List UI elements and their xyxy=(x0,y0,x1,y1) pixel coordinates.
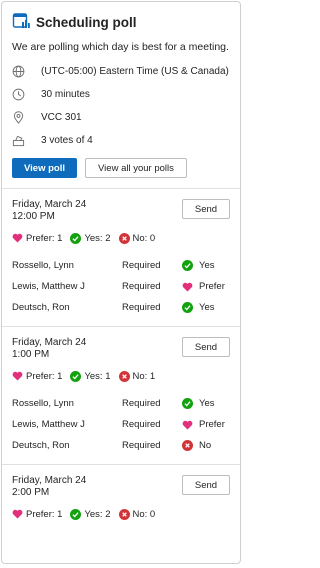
slot-date: Friday, March 24 xyxy=(12,199,87,210)
response-row: Rossello, Lynn Required Yes xyxy=(12,393,230,414)
heart-icon xyxy=(12,371,23,381)
checkmark-circle-icon xyxy=(70,508,82,520)
response-row: Deutsch, Ron Required No xyxy=(12,435,230,456)
ballot-icon xyxy=(12,135,25,147)
prefer-count: Prefer: 1 xyxy=(12,371,62,382)
location-text: VCC 301 xyxy=(41,112,82,123)
time-slot: Friday, March 24 1:00 PM Send Prefer: 1 … xyxy=(2,326,240,464)
slot-header: Friday, March 24 1:00 PM Send xyxy=(12,337,230,361)
location-row: VCC 301 xyxy=(12,106,230,129)
duration-row: 30 minutes xyxy=(12,83,230,106)
checkmark-circle-icon xyxy=(182,302,193,313)
timezone-row: (UTC-05:00) Eastern Time (US & Canada) xyxy=(12,60,230,83)
checkmark-circle-icon xyxy=(182,398,193,409)
time-slot: Friday, March 24 12:00 PM Send Prefer: 1… xyxy=(2,188,240,326)
slot-time: 12:00 PM xyxy=(12,211,55,222)
card-header: Scheduling poll xyxy=(2,2,240,33)
globe-icon xyxy=(12,65,25,78)
yes-count: Yes: 2 xyxy=(70,508,111,520)
attendee-name: Lewis, Matthew J xyxy=(12,419,85,430)
dismiss-circle-icon xyxy=(118,508,130,520)
view-poll-button[interactable]: View poll xyxy=(12,158,78,178)
no-count: No: 0 xyxy=(118,508,155,520)
heart-icon xyxy=(182,420,193,430)
attendee-role: Required xyxy=(122,419,161,430)
attendee-role: Required xyxy=(122,302,161,313)
yes-count: Yes: 2 xyxy=(70,232,111,244)
vote-summary: Prefer: 1 Yes: 2 No: 0 xyxy=(12,231,230,245)
slot-time: 2:00 PM xyxy=(12,487,50,498)
response-status: No xyxy=(182,440,211,451)
response-list: Rossello, Lynn Required Yes Lewis, Matth… xyxy=(12,255,230,318)
clock-icon xyxy=(12,88,25,101)
attendee-name: Deutsch, Ron xyxy=(12,302,70,313)
attendee-role: Required xyxy=(122,440,161,451)
attendee-name: Lewis, Matthew J xyxy=(12,281,85,292)
card-title: Scheduling poll xyxy=(36,15,137,30)
prefer-count: Prefer: 1 xyxy=(12,233,62,244)
response-row: Lewis, Matthew J Required Prefer xyxy=(12,414,230,435)
poll-info: (UTC-05:00) Eastern Time (US & Canada) 3… xyxy=(2,54,240,152)
heart-icon xyxy=(12,233,23,243)
dismiss-circle-icon xyxy=(182,440,193,451)
no-count: No: 0 xyxy=(118,232,155,244)
slot-datetime: Friday, March 24 2:00 PM xyxy=(12,475,86,499)
slot-datetime: Friday, March 24 1:00 PM xyxy=(12,337,86,361)
poll-chart-icon xyxy=(12,12,30,33)
response-status: Prefer xyxy=(182,281,225,292)
response-row: Lewis, Matthew J Required Prefer xyxy=(12,276,230,297)
attendee-name: Rossello, Lynn xyxy=(12,260,74,271)
checkmark-circle-icon xyxy=(182,260,193,271)
location-icon xyxy=(13,111,24,124)
dismiss-circle-icon xyxy=(118,232,130,244)
timezone-text: (UTC-05:00) Eastern Time (US & Canada) xyxy=(41,66,229,77)
slot-date: Friday, March 24 xyxy=(12,475,87,486)
checkmark-circle-icon xyxy=(70,232,82,244)
response-row: Deutsch, Ron Required Yes xyxy=(12,297,230,318)
slot-header: Friday, March 24 12:00 PM Send xyxy=(12,199,230,223)
time-slot: Friday, March 24 2:00 PM Send Prefer: 1 … xyxy=(2,464,240,529)
send-button[interactable]: Send xyxy=(182,337,230,357)
send-button[interactable]: Send xyxy=(182,199,230,219)
poll-description: We are polling which day is best for a m… xyxy=(12,41,229,53)
vote-summary: Prefer: 1 Yes: 2 No: 0 xyxy=(12,507,230,521)
heart-icon xyxy=(182,282,193,292)
duration-text: 30 minutes xyxy=(41,89,90,100)
slot-date: Friday, March 24 xyxy=(12,337,87,348)
dismiss-circle-icon xyxy=(118,370,130,382)
response-row: Rossello, Lynn Required Yes xyxy=(12,255,230,276)
no-count: No: 1 xyxy=(118,370,155,382)
send-button[interactable]: Send xyxy=(182,475,230,495)
response-status: Yes xyxy=(182,302,215,313)
votes-row: 3 votes of 4 xyxy=(12,129,230,152)
scheduling-poll-card: Scheduling poll We are polling which day… xyxy=(1,1,241,564)
slot-header: Friday, March 24 2:00 PM Send xyxy=(12,475,230,499)
response-list: Rossello, Lynn Required Yes Lewis, Matth… xyxy=(12,393,230,456)
attendee-role: Required xyxy=(122,260,161,271)
yes-count: Yes: 1 xyxy=(70,370,111,382)
prefer-count: Prefer: 1 xyxy=(12,509,62,520)
response-status: Prefer xyxy=(182,419,225,430)
heart-icon xyxy=(12,509,23,519)
attendee-name: Deutsch, Ron xyxy=(12,440,70,451)
attendee-name: Rossello, Lynn xyxy=(12,398,74,409)
votes-text: 3 votes of 4 xyxy=(41,135,93,146)
card-actions: View poll View all your polls xyxy=(2,152,240,188)
checkmark-circle-icon xyxy=(70,370,82,382)
slot-datetime: Friday, March 24 12:00 PM xyxy=(12,199,86,223)
attendee-role: Required xyxy=(122,281,161,292)
response-status: Yes xyxy=(182,260,215,271)
slot-time: 1:00 PM xyxy=(12,349,50,360)
response-status: Yes xyxy=(182,398,215,409)
vote-summary: Prefer: 1 Yes: 1 No: 1 xyxy=(12,369,230,383)
view-all-polls-button[interactable]: View all your polls xyxy=(85,158,187,178)
attendee-role: Required xyxy=(122,398,161,409)
